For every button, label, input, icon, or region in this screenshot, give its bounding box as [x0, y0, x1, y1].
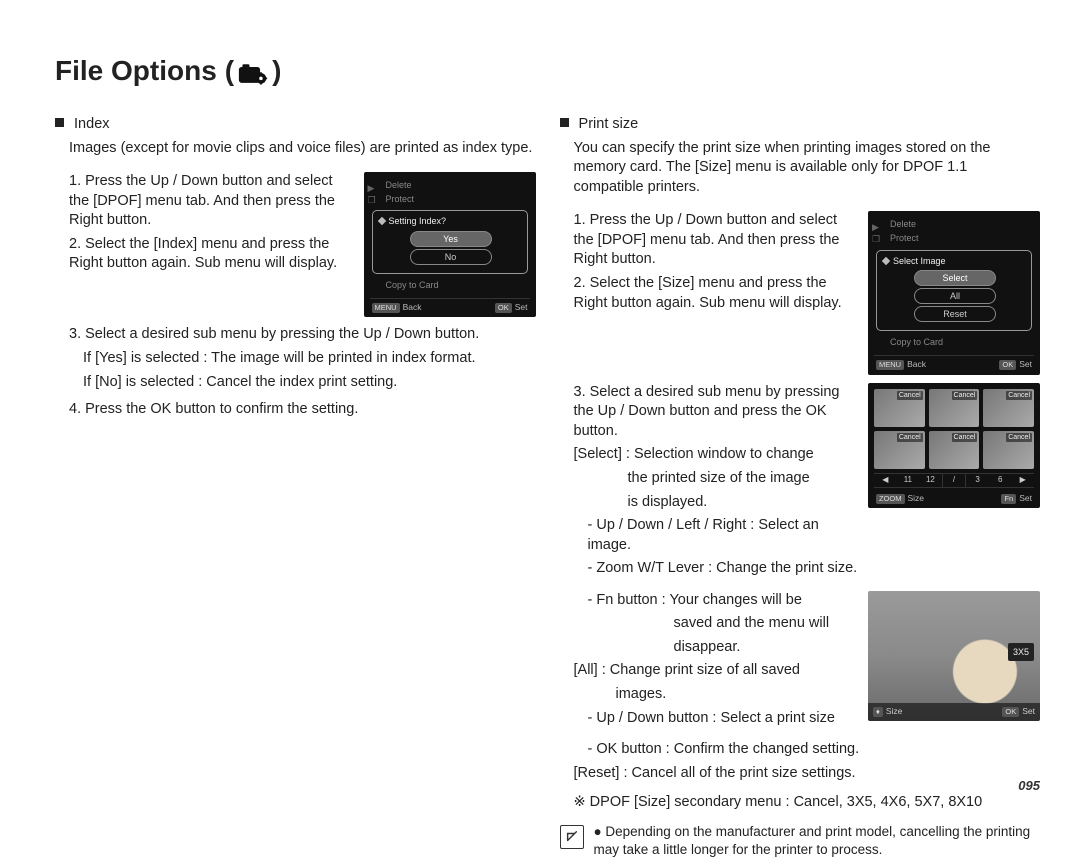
- square-bullet-icon: [55, 118, 64, 127]
- footer-set: Set: [1019, 359, 1032, 369]
- dialog-panel: Setting Index? Yes No: [372, 210, 528, 273]
- thumb-cell: [983, 389, 1034, 427]
- select-bullet-2: - Zoom W/T Lever : Change the print size…: [588, 559, 859, 579]
- menu-copy: Copy to Card: [874, 335, 1034, 349]
- reset-line: [Reset] : Cancel all of the print size s…: [574, 764, 1041, 784]
- panel-title: Select Image: [893, 255, 946, 267]
- ok-key-icon: OK: [999, 360, 1016, 370]
- ok-key-icon: OK: [495, 303, 512, 313]
- thumb-cell: [874, 431, 925, 469]
- menu-delete: Delete: [874, 217, 1034, 231]
- ok-key-icon: OK: [1002, 707, 1019, 717]
- shot-side-icons: ▶❐: [872, 221, 880, 245]
- page-title: File Options ( ): [55, 55, 1040, 87]
- right-column: Print size You can specify the print siz…: [560, 115, 1041, 859]
- right-step-3: 3. Select a desired sub menu by pressing…: [574, 383, 859, 442]
- menu-copy: Copy to Card: [370, 278, 530, 292]
- shot-side-icons: ▶❐: [368, 182, 376, 206]
- all-line-1: images.: [616, 685, 859, 705]
- diamond-icon: [377, 217, 385, 225]
- page-number: 095: [1018, 778, 1040, 793]
- select-line-1: the printed size of the image: [628, 469, 859, 489]
- option-select: Select: [914, 270, 996, 286]
- printsize-heading: Print size: [560, 115, 1041, 135]
- option-reset: Reset: [914, 306, 996, 322]
- thumb-cell: [929, 431, 980, 469]
- all-head: [All] : Change print size of all saved: [574, 661, 859, 681]
- screenshot-photo-size: 3X5 ♦Size OKSet: [868, 591, 1040, 721]
- panel-title: Setting Index?: [389, 215, 447, 227]
- footnote: ● Depending on the manufacturer and prin…: [560, 823, 1041, 859]
- left-step-3: 3. Select a desired sub menu by pressing…: [69, 325, 536, 345]
- index-heading: Index: [55, 115, 536, 135]
- select-bullet-1: - Up / Down / Left / Right : Select an i…: [588, 516, 859, 555]
- updown-key-icon: ♦: [873, 707, 883, 717]
- dpof-secondary-note: ※ DPOF [Size] secondary menu : Cancel, 3…: [574, 793, 1041, 813]
- left-step-4: 4. Press the OK button to confirm the se…: [69, 400, 536, 420]
- footer-set: Set: [515, 302, 528, 312]
- right-step-2: 2. Select the [Size] menu and press the …: [574, 274, 859, 313]
- size-badge: 3X5: [1008, 643, 1034, 661]
- note-icon: [560, 825, 584, 849]
- select-bullet-3b: disappear.: [674, 638, 859, 658]
- index-heading-text: Index: [74, 116, 109, 132]
- left-column: Index Images (except for movie clips and…: [55, 115, 536, 859]
- option-no: No: [410, 249, 492, 265]
- screenshot-select-image: ▶❐ Delete Protect Select Image Select Al…: [868, 211, 1040, 374]
- select-line-2: is displayed.: [628, 493, 859, 513]
- thumb-index-row: ◀ 11 12 / 3 6 ▶: [874, 473, 1034, 488]
- select-head: [Select] : Selection window to change: [574, 445, 859, 465]
- left-step-1: 1. Press the Up / Down button and select…: [69, 172, 354, 231]
- thumb-cell: [929, 389, 980, 427]
- right-step-1: 1. Press the Up / Down button and select…: [574, 211, 859, 270]
- all-bullet-2: - OK button : Confirm the changed settin…: [588, 740, 1041, 760]
- dialog-panel: Select Image Select All Reset: [876, 250, 1032, 332]
- left-step-2: 2. Select the [Index] menu and press the…: [69, 235, 354, 274]
- file-options-icon: [238, 60, 268, 82]
- thumb-cell: [983, 431, 1034, 469]
- left-step-3a: If [Yes] is selected : The image will be…: [83, 349, 536, 369]
- left-step-3b: If [No] is selected : Cancel the index p…: [83, 373, 536, 393]
- printsize-intro: You can specify the print size when prin…: [574, 139, 1041, 198]
- option-all: All: [914, 288, 996, 304]
- printsize-heading-text: Print size: [579, 116, 639, 132]
- menu-protect: Protect: [874, 231, 1034, 245]
- screenshot-thumbnails: ◀ 11 12 / 3 6 ▶ ZOOMSize FnSet: [868, 383, 1040, 508]
- footer-set: Set: [1019, 493, 1032, 503]
- title-text: File Options: [55, 55, 217, 87]
- footer-back: Back: [907, 359, 926, 369]
- all-bullet-1: - Up / Down button : Select a print size: [588, 709, 859, 729]
- square-bullet-icon: [560, 118, 569, 127]
- title-icon-group: ( ): [225, 55, 282, 87]
- footer-set: Set: [1022, 706, 1035, 716]
- footer-size: Size: [886, 706, 903, 716]
- select-bullet-3a: saved and the menu will: [674, 614, 859, 634]
- index-intro: Images (except for movie clips and voice…: [69, 139, 536, 159]
- menu-key-icon: MENU: [372, 303, 400, 313]
- screenshot-setting-index: ▶❐ Delete Protect Setting Index? Yes No …: [364, 172, 536, 317]
- menu-protect: Protect: [370, 192, 530, 206]
- select-bullet-3: - Fn button : Your changes will be: [588, 591, 859, 611]
- option-yes: Yes: [410, 231, 492, 247]
- footnote-text: Depending on the manufacturer and print …: [594, 824, 1031, 857]
- menu-delete: Delete: [370, 178, 530, 192]
- footer-size: Size: [908, 493, 925, 503]
- menu-key-icon: MENU: [876, 360, 904, 370]
- diamond-icon: [882, 256, 890, 264]
- thumb-cell: [874, 389, 925, 427]
- footer-back: Back: [403, 302, 422, 312]
- zoom-key-icon: ZOOM: [876, 494, 905, 504]
- fn-key-icon: Fn: [1001, 494, 1016, 504]
